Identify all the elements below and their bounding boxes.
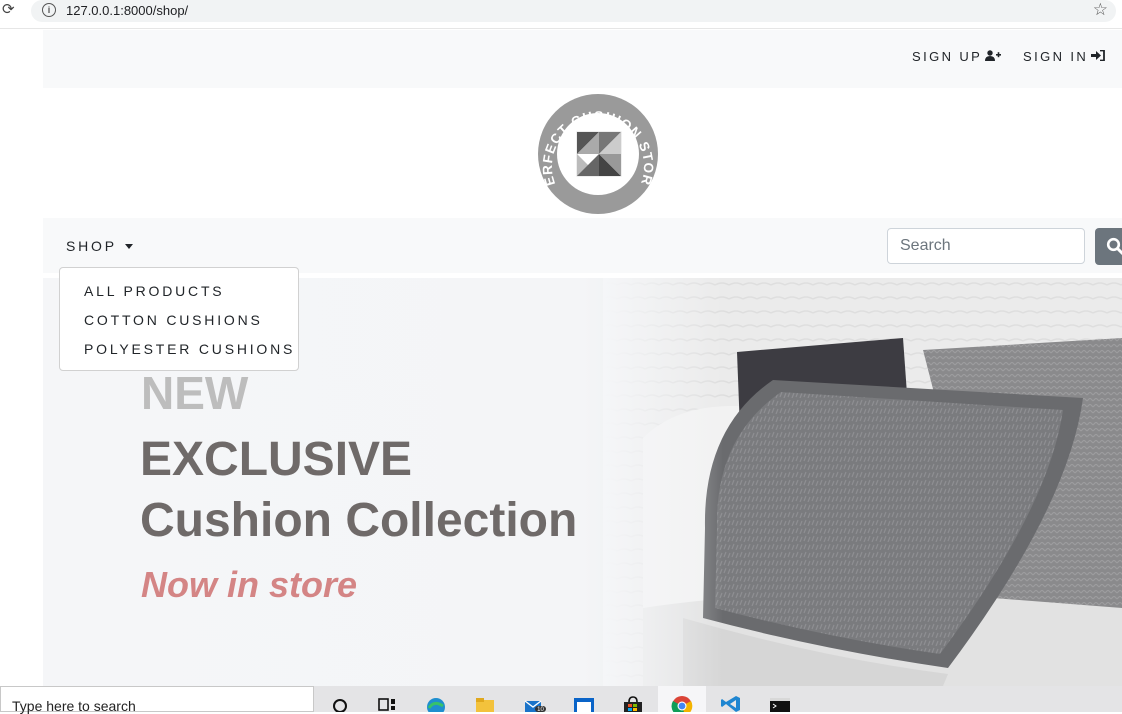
sign-in-icon: [1091, 50, 1105, 64]
info-icon[interactable]: i: [42, 3, 56, 17]
toolbar-divider: [0, 28, 1122, 29]
terminal-icon[interactable]: [769, 694, 791, 712]
taskbar-search-box[interactable]: Type here to search: [0, 686, 314, 712]
sign-in-label: SIGN IN: [1023, 49, 1088, 64]
mail-badge: 10: [537, 707, 544, 712]
reload-icon[interactable]: ⟳: [2, 2, 18, 18]
cortana-icon[interactable]: [329, 694, 351, 712]
sign-in-link[interactable]: SIGN IN: [1023, 49, 1105, 64]
store-icon[interactable]: [622, 694, 644, 712]
calendar-app-icon[interactable]: [573, 694, 595, 712]
hero-now-in-store-text: Now in store: [141, 564, 357, 606]
shop-dropdown-toggle[interactable]: SHOP: [66, 238, 133, 254]
hero-collection-text: Cushion Collection: [140, 493, 577, 548]
menu-item-cotton-cushions[interactable]: COTTON CUSHIONS: [84, 312, 263, 328]
task-view-icon[interactable]: [376, 694, 398, 712]
address-bar[interactable]: i 127.0.0.1:8000/shop/ ☆: [31, 0, 1116, 22]
store-logo[interactable]: PERFECT CUSHION STORE: [536, 92, 660, 216]
vscode-icon[interactable]: [720, 694, 742, 712]
top-bar: SIGN UP SIGN IN: [43, 30, 1122, 88]
sign-up-label: SIGN UP: [912, 49, 982, 64]
url-text[interactable]: 127.0.0.1:8000/shop/: [66, 3, 188, 18]
search-input[interactable]: [887, 228, 1085, 264]
chrome-icon[interactable]: [671, 694, 693, 712]
main-navbar: SHOP: [43, 218, 1122, 273]
shop-label: SHOP: [66, 238, 117, 254]
caret-down-icon: [125, 244, 133, 249]
search-icon: [1106, 237, 1122, 255]
hero-new-text: NEW: [141, 366, 248, 420]
search-button[interactable]: [1095, 228, 1122, 265]
browser-toolbar: ⟳ i 127.0.0.1:8000/shop/ ☆: [0, 0, 1122, 24]
user-plus-icon: [985, 50, 1001, 64]
bookmark-star-icon[interactable]: ☆: [1093, 0, 1108, 20]
mail-icon[interactable]: 10: [524, 694, 546, 712]
logo-area: PERFECT CUSHION STORE: [43, 88, 1122, 218]
menu-item-all-products[interactable]: ALL PRODUCTS: [84, 283, 224, 299]
edge-icon[interactable]: [425, 694, 447, 712]
hero-exclusive-text: EXCLUSIVE: [140, 432, 412, 487]
menu-item-polyester-cushions[interactable]: POLYESTER CUSHIONS: [84, 341, 295, 357]
sign-up-link[interactable]: SIGN UP: [912, 49, 1001, 64]
file-explorer-icon[interactable]: [474, 694, 496, 712]
shop-dropdown-menu: ALL PRODUCTS COTTON CUSHIONS POLYESTER C…: [59, 267, 299, 371]
windows-taskbar: Type here to search 10: [0, 686, 1122, 712]
